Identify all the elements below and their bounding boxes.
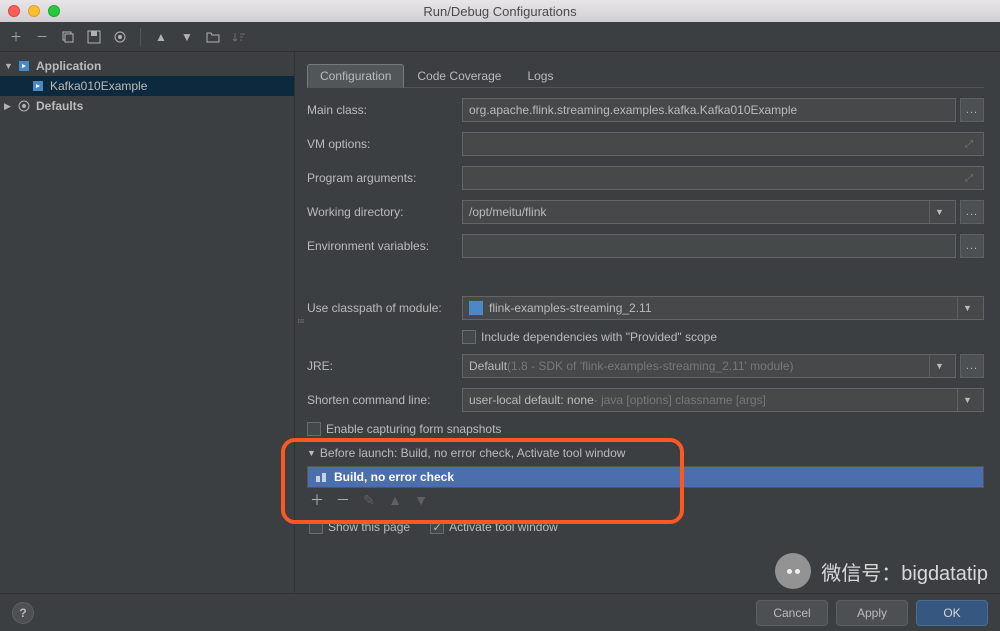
activate-tool-window-checkbox[interactable]: Activate tool window xyxy=(430,520,558,534)
titlebar: Run/Debug Configurations xyxy=(0,0,1000,22)
before-launch-section: ▼ Before launch: Build, no error check, … xyxy=(307,446,984,534)
include-provided-checkbox[interactable]: Include dependencies with "Provided" sco… xyxy=(462,330,717,344)
expand-icon[interactable]: ⤢ xyxy=(961,167,977,189)
shorten-dropdown[interactable]: user-local default: none - java [options… xyxy=(462,388,984,412)
move-up-button[interactable]: ▲ xyxy=(151,27,171,47)
module-icon xyxy=(469,301,483,315)
before-launch-item[interactable]: Build, no error check xyxy=(308,467,983,487)
move-down-button[interactable]: ▼ xyxy=(177,27,197,47)
tab-code-coverage[interactable]: Code Coverage xyxy=(404,64,514,88)
jre-dropdown[interactable]: Default (1.8 - SDK of 'flink-examples-st… xyxy=(462,354,956,378)
tab-configuration[interactable]: Configuration xyxy=(307,64,404,88)
folder-button[interactable] xyxy=(203,27,223,47)
show-this-page-checkbox[interactable]: Show this page xyxy=(309,520,410,534)
env-vars-browse-button[interactable]: ... xyxy=(960,234,984,258)
jre-browse-button[interactable]: ... xyxy=(960,354,984,378)
program-args-label: Program arguments: xyxy=(307,171,462,185)
vm-options-label: VM options: xyxy=(307,137,462,151)
activate-tool-window-label: Activate tool window xyxy=(449,520,558,534)
ok-button[interactable]: OK xyxy=(916,600,988,626)
dropdown-arrow-icon[interactable]: ▼ xyxy=(957,389,977,411)
enable-snapshots-label: Enable capturing form snapshots xyxy=(326,422,501,436)
watermark-text: 微信号：bigdatatip xyxy=(821,557,988,586)
env-vars-label: Environment variables: xyxy=(307,239,462,253)
apply-button[interactable]: Apply xyxy=(836,600,908,626)
vm-options-input[interactable]: ⤢ xyxy=(462,132,984,156)
expand-arrow-icon: ▼ xyxy=(4,61,16,71)
show-this-page-label: Show this page xyxy=(328,520,410,534)
remove-config-button[interactable]: － xyxy=(32,27,52,47)
main-class-label: Main class: xyxy=(307,103,462,117)
tree-label: Kafka010Example xyxy=(50,79,147,93)
collapse-arrow-icon: ▼ xyxy=(307,448,316,458)
config-toolbar: ＋ － ▲ ▼ xyxy=(0,22,1000,52)
bl-down-button[interactable]: ▼ xyxy=(413,492,429,508)
copy-config-button[interactable] xyxy=(58,27,78,47)
cancel-button[interactable]: Cancel xyxy=(756,600,828,626)
before-launch-item-label: Build, no error check xyxy=(334,470,454,484)
config-panel: Name: Share Single instance only Configu… xyxy=(295,52,1000,593)
help-button[interactable]: ? xyxy=(12,602,34,624)
run-config-icon xyxy=(30,78,46,94)
expand-arrow-icon: ▶ xyxy=(4,101,16,112)
tab-logs[interactable]: Logs xyxy=(514,64,566,88)
window-title: Run/Debug Configurations xyxy=(423,4,576,19)
maximize-window-button[interactable] xyxy=(48,5,60,17)
bl-remove-button[interactable]: － xyxy=(335,492,351,508)
dropdown-arrow-icon[interactable]: ▼ xyxy=(929,201,949,223)
tree-node-application[interactable]: ▼ Application xyxy=(0,56,294,76)
tree-node-defaults[interactable]: ▶ Defaults xyxy=(0,96,294,116)
working-dir-input[interactable]: /opt/meitu/flink▼ xyxy=(462,200,956,224)
env-vars-input[interactable] xyxy=(462,234,956,258)
edit-defaults-button[interactable] xyxy=(110,27,130,47)
before-launch-toolbar: ＋ － ✎ ▲ ▼ xyxy=(307,488,984,512)
working-dir-browse-button[interactable]: ... xyxy=(960,200,984,224)
jre-label: JRE: xyxy=(307,359,462,373)
save-config-button[interactable] xyxy=(84,27,104,47)
wechat-icon xyxy=(775,553,811,589)
program-args-input[interactable]: ⤢ xyxy=(462,166,984,190)
sidebar-splitter[interactable]: ⠿ xyxy=(295,52,305,592)
build-icon xyxy=(314,470,328,484)
classpath-dropdown[interactable]: flink-examples-streaming_2.11▼ xyxy=(462,296,984,320)
shorten-label: Shorten command line: xyxy=(307,393,462,407)
minimize-window-button[interactable] xyxy=(28,5,40,17)
bl-add-button[interactable]: ＋ xyxy=(309,492,325,508)
traffic-lights xyxy=(8,5,60,17)
main-class-browse-button[interactable]: ... xyxy=(960,98,984,122)
include-provided-label: Include dependencies with "Provided" sco… xyxy=(481,330,717,344)
enable-snapshots-checkbox[interactable]: Enable capturing form snapshots xyxy=(307,422,501,436)
before-launch-header[interactable]: ▼ Before launch: Build, no error check, … xyxy=(307,446,984,460)
dropdown-arrow-icon[interactable]: ▼ xyxy=(957,297,977,319)
main-class-input[interactable]: org.apache.flink.streaming.examples.kafk… xyxy=(462,98,956,122)
watermark: 微信号：bigdatatip xyxy=(775,553,988,589)
add-config-button[interactable]: ＋ xyxy=(6,27,26,47)
bl-up-button[interactable]: ▲ xyxy=(387,492,403,508)
sort-button[interactable] xyxy=(229,27,249,47)
config-tree: ▼ Application Kafka010Example ▶ Defaults xyxy=(0,52,295,593)
dialog-footer: ? Cancel Apply OK xyxy=(0,593,1000,631)
tree-node-kafka-example[interactable]: Kafka010Example xyxy=(0,76,294,96)
application-icon xyxy=(16,58,32,74)
dropdown-arrow-icon[interactable]: ▼ xyxy=(929,355,949,377)
close-window-button[interactable] xyxy=(8,5,20,17)
before-launch-list[interactable]: Build, no error check xyxy=(307,466,984,488)
defaults-icon xyxy=(16,98,32,114)
working-dir-label: Working directory: xyxy=(307,205,462,219)
expand-icon[interactable]: ⤢ xyxy=(961,133,977,155)
bl-edit-button[interactable]: ✎ xyxy=(361,492,377,508)
tree-label: Defaults xyxy=(36,99,83,113)
tree-label: Application xyxy=(36,59,101,73)
classpath-label: Use classpath of module: xyxy=(307,301,462,315)
separator xyxy=(140,28,141,46)
config-tabs: Configuration Code Coverage Logs xyxy=(307,64,984,88)
before-launch-title: Before launch: Build, no error check, Ac… xyxy=(320,446,626,460)
